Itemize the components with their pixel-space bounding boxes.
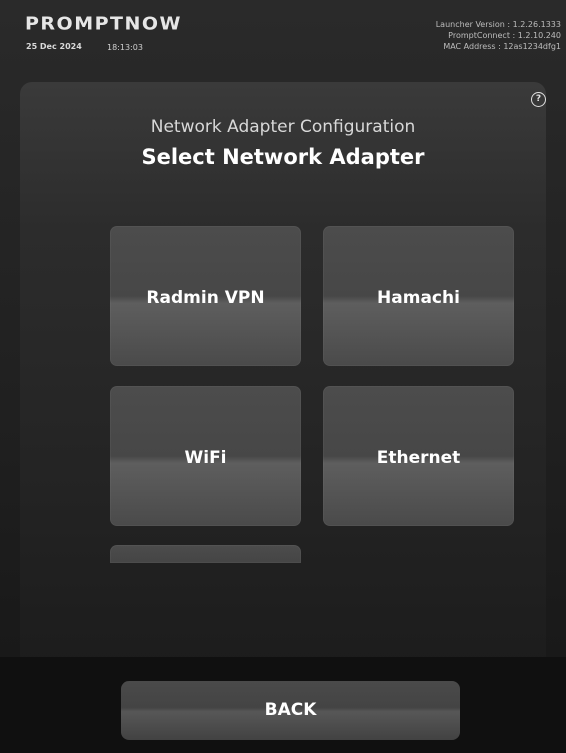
adapter-label: Ethernet — [376, 448, 461, 468]
current-time: 18:13:03 — [107, 43, 143, 52]
back-button-label: BACK — [264, 700, 317, 720]
promptnow-logo: PROMPTNOW — [25, 14, 183, 35]
adapter-button-ethernet[interactable]: Ethernet — [323, 386, 514, 526]
adapter-label: WiFi — [184, 448, 227, 468]
back-button[interactable]: BACK — [121, 681, 460, 740]
adapter-button-radmin-vpn[interactable]: Radmin VPN — [110, 226, 301, 366]
current-date: 25 Dec 2024 — [26, 42, 82, 51]
adapter-label: Radmin VPN — [146, 288, 265, 308]
version-info: Launcher Version : 1.2.26.1333 PromptCon… — [436, 19, 561, 52]
adapter-button-wifi[interactable]: WiFi — [110, 386, 301, 526]
page-title: Select Network Adapter — [141, 145, 425, 169]
launcher-version: Launcher Version : 1.2.26.1333 — [435, 20, 561, 29]
adapter-panel — [20, 82, 546, 672]
page-subtitle: Network Adapter Configuration — [150, 117, 416, 137]
adapter-label: Hamachi — [377, 288, 460, 308]
help-icon[interactable]: ? — [531, 92, 546, 107]
prompt-connect-version: PromptConnect : 1.2.10.240 — [448, 31, 561, 40]
mac-address: MAC Address : 12as1234dfg1 — [443, 42, 561, 51]
screen: PROMPTNOW 25 Dec 2024 18:13:03 Launcher … — [0, 0, 566, 753]
adapter-button-hamachi[interactable]: Hamachi — [323, 226, 514, 366]
header: PROMPTNOW 25 Dec 2024 18:13:03 Launcher … — [0, 0, 566, 80]
adapter-button-partial[interactable] — [110, 545, 301, 563]
